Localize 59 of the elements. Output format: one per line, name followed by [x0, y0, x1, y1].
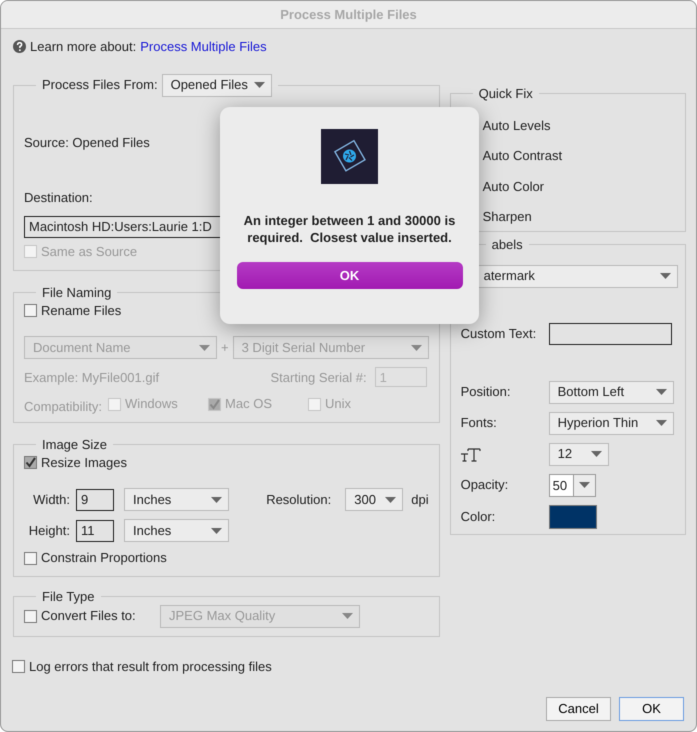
caret-icon	[385, 496, 396, 503]
width-label: Width:	[32, 491, 71, 509]
font-dropdown[interactable]: Hyperion Thin	[548, 412, 674, 434]
size-dropdown[interactable]: 12	[548, 442, 609, 466]
unit-dropdown[interactable]: Inches	[124, 519, 229, 542]
app-icon	[321, 129, 378, 184]
group-title: Image Size	[41, 436, 108, 452]
text-size-icon	[460, 448, 481, 462]
group-title: File Type	[41, 588, 96, 604]
source-dropdown[interactable]: Opened Files	[162, 74, 272, 96]
color-label: Color:	[460, 508, 496, 526]
height-label: Height:	[28, 522, 71, 540]
height-field[interactable]: 11	[76, 520, 114, 542]
caret-icon	[410, 344, 422, 351]
ok-button[interactable]: OK	[619, 697, 684, 721]
opacity-combo[interactable]: 50	[548, 474, 596, 496]
caret-icon	[211, 528, 222, 534]
serial-label: Starting Serial #:	[270, 368, 367, 387]
custom-text-field[interactable]	[548, 322, 672, 344]
caret-icon	[579, 482, 590, 488]
help-link[interactable]: Process Multiple Files	[140, 37, 267, 56]
cancel-button[interactable]: Cancel	[546, 697, 611, 721]
checkmark-icon	[25, 456, 36, 468]
resolution-dropdown[interactable]: 300	[345, 488, 404, 512]
caret-icon	[656, 389, 667, 395]
dpi-label: dpi	[411, 491, 429, 509]
constrain-proportions-checkbox[interactable]: Constrain Proportions	[24, 548, 167, 568]
checkmark-icon	[209, 398, 220, 410]
destination-label: Destination:	[24, 189, 93, 207]
caret-icon	[342, 613, 353, 619]
help-icon	[13, 40, 26, 54]
compatibility-label: Compatibility:	[24, 398, 102, 416]
alert-ok-button[interactable]: OK	[236, 262, 462, 289]
group-title: abels	[490, 236, 524, 252]
color-swatch[interactable]	[548, 504, 597, 528]
group-title: Quick Fix	[478, 86, 534, 102]
fonts-label: Fonts:	[460, 414, 498, 432]
source-text: Source: Opened Files	[24, 134, 150, 152]
resolution-label: Resolution:	[266, 491, 332, 509]
caret-icon	[660, 273, 671, 279]
caret-icon	[254, 82, 265, 88]
caret-icon	[590, 451, 602, 457]
group-title: File Naming	[41, 284, 112, 300]
source-label: Process Files From:	[42, 77, 158, 93]
caret-icon	[656, 420, 667, 426]
width-field[interactable]: 9	[76, 488, 114, 511]
custom-text-label: Custom Text:	[460, 324, 538, 343]
plus-sign: +	[221, 339, 229, 357]
unit-dropdown[interactable]: Inches	[124, 488, 229, 512]
opacity-label: Opacity:	[460, 476, 510, 494]
caret-icon	[211, 496, 222, 503]
help-label: Learn more about:	[30, 38, 136, 56]
log-errors-checkbox[interactable]: Log errors that result from processing files	[12, 656, 440, 676]
position-label: Position:	[460, 383, 512, 402]
position-dropdown[interactable]: Bottom Left	[548, 380, 674, 404]
caret-icon	[199, 344, 210, 351]
resize-images-checkbox[interactable]: Resize Images	[24, 452, 127, 472]
window-title: Process Multiple Files	[280, 6, 417, 24]
example-text: Example: MyFile001.gif	[24, 368, 160, 387]
